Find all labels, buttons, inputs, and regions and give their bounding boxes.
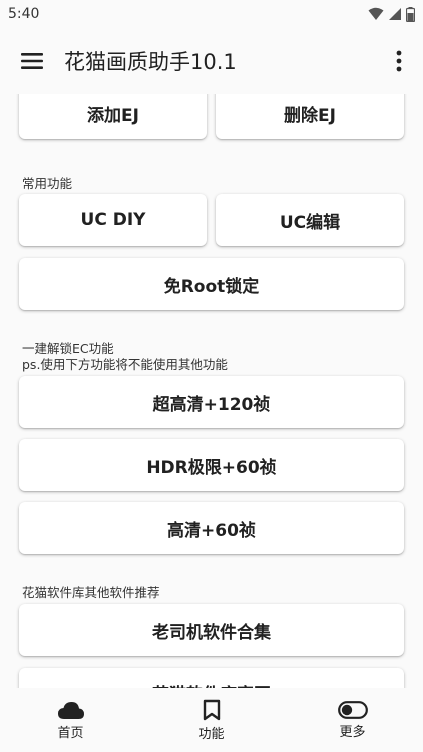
status-icons bbox=[368, 6, 415, 22]
uc-diy-label: UC DIY bbox=[80, 210, 146, 230]
ultra-hd-120-label: 超高清+120祯 bbox=[152, 394, 271, 415]
hd-60-button[interactable]: 高清+60祯 bbox=[19, 502, 404, 554]
nav-item-home[interactable]: 首页 bbox=[0, 688, 141, 752]
wifi-icon bbox=[368, 7, 384, 20]
add-ej-button[interactable]: 添加EJ bbox=[19, 94, 207, 139]
unlock-warning-label: ps.使用下方功能将不能使用其他功能 bbox=[22, 357, 228, 372]
toggle-icon bbox=[337, 700, 368, 719]
cloud-icon bbox=[57, 701, 84, 719]
delete-ej-label: 删除EJ bbox=[284, 105, 336, 126]
unlock-section-label: 一建解锁EC功能 bbox=[22, 341, 114, 356]
no-root-lock-button[interactable]: 免Root锁定 bbox=[19, 258, 404, 310]
nav-label-more: 更多 bbox=[339, 724, 366, 740]
battery-icon bbox=[406, 6, 415, 22]
nav-label-functions: 功能 bbox=[198, 726, 225, 742]
nav-label-home: 首页 bbox=[57, 725, 84, 741]
nav-item-functions[interactable]: 功能 bbox=[141, 688, 282, 752]
nav-item-more[interactable]: 更多 bbox=[282, 688, 423, 752]
recommend-section-label: 花猫软件库其他软件推荐 bbox=[22, 585, 160, 600]
uc-diy-button[interactable]: UC DIY bbox=[19, 194, 207, 246]
driver-collection-label: 老司机软件合集 bbox=[152, 622, 271, 643]
delete-ej-button[interactable]: 删除EJ bbox=[216, 94, 404, 139]
signal-icon bbox=[389, 8, 401, 20]
common-section-label: 常用功能 bbox=[22, 176, 73, 191]
bookmark-icon bbox=[203, 699, 220, 720]
page-title: 花猫画质助手10.1 bbox=[64, 50, 237, 74]
ultra-hd-120-button[interactable]: 超高清+120祯 bbox=[19, 376, 404, 428]
status-time: 5:40 bbox=[8, 6, 40, 22]
menu-icon bbox=[21, 53, 43, 69]
uc-edit-label: UC编辑 bbox=[279, 212, 341, 233]
no-root-lock-label: 免Root锁定 bbox=[163, 276, 260, 297]
uc-edit-button[interactable]: UC编辑 bbox=[216, 194, 404, 246]
add-ej-label: 添加EJ bbox=[87, 105, 139, 126]
hd-60-label: 高清+60祯 bbox=[167, 520, 256, 541]
more-vert-icon bbox=[396, 50, 402, 72]
bottom-navigation: 首页 功能 更多 bbox=[0, 688, 423, 752]
driver-collection-button[interactable]: 老司机软件合集 bbox=[19, 604, 404, 656]
hdr-60-button[interactable]: HDR极限+60祯 bbox=[19, 439, 404, 491]
official-site-label: 花猫软件库官网 bbox=[152, 680, 271, 688]
official-site-button[interactable]: 花猫软件库官网 bbox=[19, 668, 404, 688]
main-content[interactable]: 添加EJ 删除EJ 常用功能 UC DIY UC编辑 免Root锁定 一建解锁E… bbox=[0, 94, 423, 688]
more-options-button[interactable] bbox=[375, 28, 423, 94]
app-bar: 花猫画质助手10.1 bbox=[0, 28, 423, 94]
hdr-60-label: HDR极限+60祯 bbox=[146, 457, 277, 478]
status-bar: 5:40 bbox=[0, 0, 423, 28]
